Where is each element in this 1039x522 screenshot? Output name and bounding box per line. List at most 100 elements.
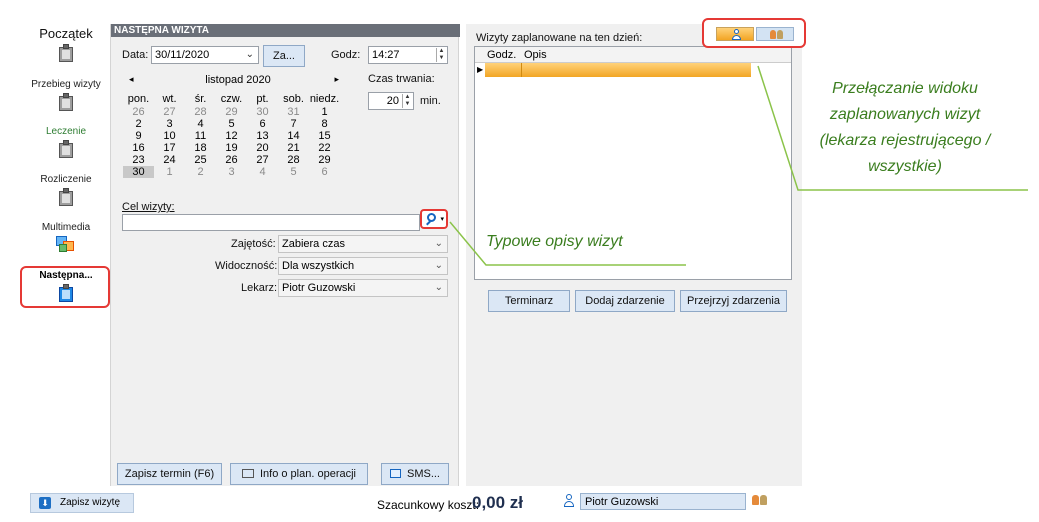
calendar-day[interactable]: 20	[247, 142, 278, 154]
calendar-day[interactable]: 22	[309, 142, 340, 154]
time-label: Godz:	[331, 49, 361, 61]
calendar-day[interactable]: 7	[278, 118, 309, 130]
calendar-day[interactable]: 23	[123, 154, 154, 166]
duration-label: Czas trwania:	[368, 73, 435, 85]
calendar-week: 2345678	[123, 118, 340, 130]
nav-label: Leczenie	[45, 126, 87, 137]
grid-header: Godz. Opis	[475, 47, 791, 63]
calendar-day[interactable]: 18	[185, 142, 216, 154]
add-event-button[interactable]: Dodaj zdarzenie	[575, 290, 675, 312]
calendar-day[interactable]: 28	[185, 106, 216, 118]
printer-icon	[241, 469, 254, 478]
calendar-day[interactable]: 17	[154, 142, 185, 154]
za-button[interactable]: Za...	[263, 45, 305, 67]
toggle-all-doctors[interactable]	[756, 27, 794, 41]
column-header[interactable]: Godz.	[487, 49, 516, 61]
save-visit-button[interactable]: ⬇ Zapisz wizytę	[30, 493, 134, 513]
left-navigation: Początek Przebieg wizyty Leczenie Rozlic…	[0, 0, 110, 522]
sms-button[interactable]: SMS...	[381, 463, 449, 485]
calendar-day[interactable]: 16	[123, 142, 154, 154]
nav-item-rozliczenie[interactable]: Rozliczenie	[22, 174, 110, 206]
calendar-day[interactable]: 5	[278, 166, 309, 178]
people-icon[interactable]	[752, 495, 768, 507]
calendar-day[interactable]: 21	[278, 142, 309, 154]
calendar-day[interactable]: 4	[185, 118, 216, 130]
calendar-prev-icon[interactable]: ◂	[129, 74, 134, 85]
doctor-field[interactable]: Piotr Guzowski	[580, 493, 746, 510]
calendar-next-icon[interactable]: ▸	[334, 74, 339, 85]
panel-title: NASTĘPNA WIZYTA	[111, 24, 460, 37]
calendar-day[interactable]: 2	[185, 166, 216, 178]
nav-label: Rozliczenie	[40, 174, 92, 185]
nav-label: Multimedia	[41, 222, 91, 233]
date-label: Data:	[122, 49, 149, 61]
calendar-day[interactable]: 24	[154, 154, 185, 166]
weekday-header: pon.	[127, 93, 150, 105]
cost-value: 0,00 zł	[472, 493, 524, 512]
date-value: 30/11/2020	[155, 49, 210, 61]
calendar-day[interactable]: 29	[216, 106, 247, 118]
calendar-day[interactable]: 8	[309, 118, 340, 130]
nav-item-multimedia[interactable]: Multimedia	[22, 222, 110, 254]
table-row[interactable]	[485, 63, 751, 77]
calendar-day[interactable]: 3	[154, 118, 185, 130]
calendar-day[interactable]: 2	[123, 118, 154, 130]
weekday-header: czw.	[220, 93, 243, 105]
spinner-icon[interactable]: ▲ ▼	[402, 94, 412, 108]
calendar-day[interactable]: 26	[123, 106, 154, 118]
date-picker[interactable]: 30/11/2020 ⌄	[151, 46, 259, 64]
calendar-day[interactable]: 1	[154, 166, 185, 178]
nav-item-przebieg-wizyty[interactable]: Przebieg wizyty	[22, 79, 110, 111]
occupancy-label: Zajętość:	[231, 238, 276, 250]
nav-item-poczatek[interactable]: Początek	[22, 26, 110, 62]
calendar-day[interactable]: 26	[216, 154, 247, 166]
typical-descriptions-button[interactable]: ▾	[420, 209, 448, 229]
duration-unit: min.	[420, 95, 441, 107]
calendar-day[interactable]: 27	[154, 106, 185, 118]
calendar-day[interactable]: 28	[278, 154, 309, 166]
calendar-day[interactable]: 6	[247, 118, 278, 130]
browse-events-button[interactable]: Przejrzyj zdarzenia	[680, 290, 787, 312]
chevron-down-icon: ▾	[440, 216, 444, 223]
calendar-day[interactable]: 30	[123, 166, 154, 178]
calendar-day[interactable]: 25	[185, 154, 216, 166]
calendar-month: listopad 2020	[205, 74, 271, 86]
visibility-select[interactable]: Dla wszystkich ⌄	[278, 257, 448, 275]
calendar-day[interactable]: 9	[123, 130, 154, 142]
calendar-day[interactable]: 10	[154, 130, 185, 142]
calendar-day[interactable]: 11	[185, 130, 216, 142]
weekday-header: sob.	[283, 93, 304, 105]
calendar-day[interactable]: 29	[309, 154, 340, 166]
purpose-input[interactable]	[122, 214, 420, 231]
calendar-day[interactable]: 6	[309, 166, 340, 178]
calendar-day[interactable]: 31	[278, 106, 309, 118]
calendar-day[interactable]: 13	[247, 130, 278, 142]
terminarz-button[interactable]: Terminarz	[488, 290, 570, 312]
calendar-day[interactable]: 5	[216, 118, 247, 130]
calendar-day[interactable]: 12	[216, 130, 247, 142]
nav-item-leczenie[interactable]: Leczenie	[22, 126, 110, 158]
calendar-day[interactable]: 30	[247, 106, 278, 118]
calendar-day[interactable]: 1	[309, 106, 340, 118]
save-term-button[interactable]: Zapisz termin (F6)	[117, 463, 222, 485]
calendar-day[interactable]: 3	[216, 166, 247, 178]
column-header[interactable]: Opis	[524, 49, 547, 61]
calendar-day[interactable]: 15	[309, 130, 340, 142]
calendar-day[interactable]: 4	[247, 166, 278, 178]
cost-label: Szacunkowy koszt:	[377, 498, 480, 512]
calendar-day[interactable]: 27	[247, 154, 278, 166]
toggle-own-doctor[interactable]	[716, 27, 754, 41]
duration-input[interactable]: 20 ▲ ▼	[368, 92, 414, 110]
time-input[interactable]: 14:27 ▲ ▼	[368, 46, 448, 64]
calendar-day[interactable]: 14	[278, 130, 309, 142]
calendar-day[interactable]: 19	[216, 142, 247, 154]
info-plan-button[interactable]: Info o plan. operacji	[230, 463, 368, 485]
sms-label: SMS...	[406, 468, 440, 480]
doctor-select[interactable]: Piotr Guzowski ⌄	[278, 279, 448, 297]
view-toggle	[702, 18, 806, 48]
occupancy-value: Zabiera czas	[282, 238, 345, 250]
spinner-icon[interactable]: ▲ ▼	[436, 48, 446, 62]
weekday-header: pt.	[256, 93, 269, 105]
occupancy-select[interactable]: Zabiera czas ⌄	[278, 235, 448, 253]
annotation-line: (lekarza rejestrującego /	[819, 132, 991, 149]
